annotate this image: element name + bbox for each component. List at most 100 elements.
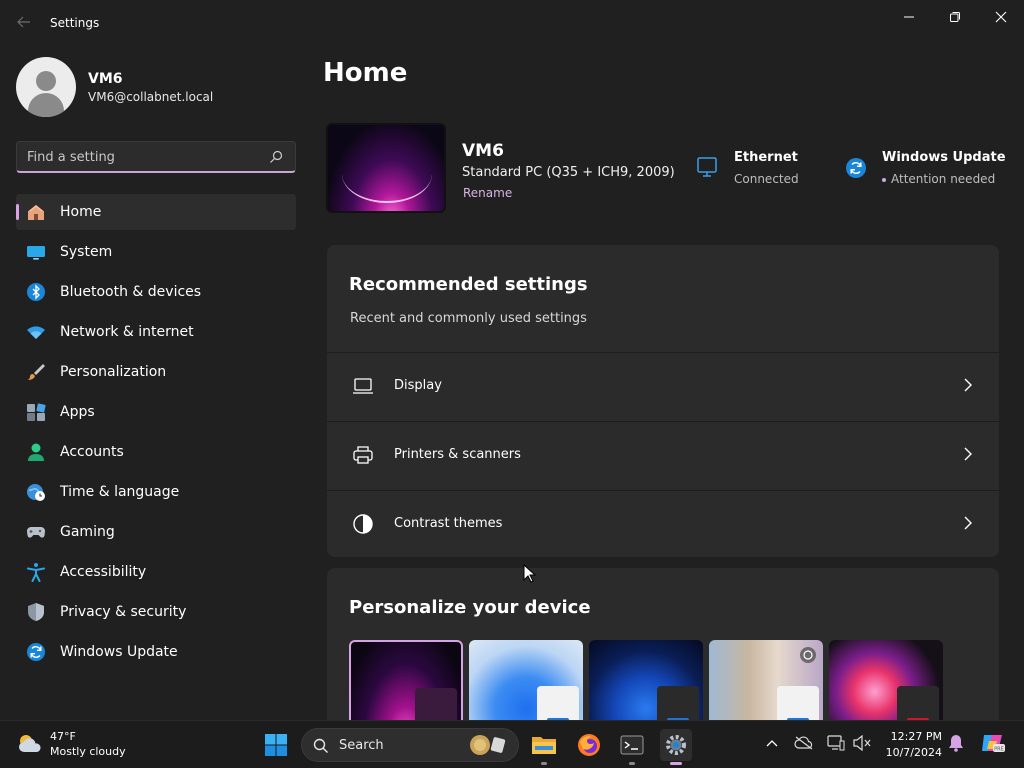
sidebar-item-bluetooth[interactable]: Bluetooth & devices bbox=[16, 274, 296, 310]
search-input[interactable] bbox=[27, 148, 257, 166]
gear-icon bbox=[666, 735, 686, 755]
camera-icon bbox=[800, 647, 816, 663]
theme-thumbnail[interactable] bbox=[469, 640, 583, 726]
recommended-item-contrast[interactable]: Contrast themes bbox=[327, 490, 999, 556]
theme-thumbnail[interactable] bbox=[709, 640, 823, 726]
firefox-button[interactable] bbox=[573, 729, 605, 761]
recommended-item-label: Display bbox=[394, 378, 442, 393]
chevron-right-icon bbox=[964, 447, 972, 461]
personalize-title: Personalize your device bbox=[349, 597, 591, 618]
recommended-subtitle: Recent and commonly used settings bbox=[350, 311, 587, 326]
sidebar-item-label: Windows Update bbox=[60, 644, 178, 660]
restore-icon bbox=[950, 12, 960, 22]
sidebar-item-time-language[interactable]: Time & language bbox=[16, 474, 296, 510]
taskbar-search[interactable]: Search bbox=[301, 728, 519, 762]
minimize-icon bbox=[904, 16, 914, 18]
onedrive-tray[interactable] bbox=[794, 733, 814, 753]
chevron-right-icon bbox=[964, 378, 972, 392]
theme-thumbnail[interactable] bbox=[829, 640, 943, 726]
page-title: Home bbox=[323, 58, 408, 88]
network-icon bbox=[827, 735, 845, 751]
sidebar-item-label: Privacy & security bbox=[60, 604, 187, 620]
mouse-cursor-icon bbox=[523, 564, 537, 583]
close-icon bbox=[995, 11, 1007, 23]
sidebar-item-accessibility[interactable]: Accessibility bbox=[16, 554, 296, 590]
windows-update-title[interactable]: Windows Update bbox=[882, 150, 1006, 165]
sidebar-item-apps[interactable]: Apps bbox=[16, 394, 296, 430]
sidebar-item-label: Accounts bbox=[60, 444, 124, 460]
sidebar-item-label: Accessibility bbox=[60, 564, 147, 580]
settings-app-button[interactable] bbox=[660, 729, 692, 765]
minimize-button[interactable] bbox=[886, 4, 932, 30]
brush-icon bbox=[26, 362, 46, 382]
volume-muted-icon bbox=[853, 735, 871, 751]
sidebar-item-label: Time & language bbox=[60, 484, 180, 500]
sidebar-item-label: Network & internet bbox=[60, 324, 194, 340]
sidebar-item-home[interactable]: Home bbox=[16, 194, 296, 230]
terminal-icon bbox=[620, 735, 644, 755]
bluetooth-icon bbox=[26, 282, 46, 302]
ethernet-status: Connected bbox=[734, 172, 799, 186]
weather-condition: Mostly cloudy bbox=[50, 745, 126, 758]
clock-date: 10/7/2024 bbox=[885, 746, 942, 759]
sidebar-item-privacy[interactable]: Privacy & security bbox=[16, 594, 296, 630]
globe-clock-icon bbox=[26, 482, 46, 502]
accessibility-icon bbox=[26, 562, 46, 582]
taskbar: 47°F Mostly cloudy Search 12:27 PM 10/7/… bbox=[0, 720, 1024, 768]
file-explorer-button[interactable] bbox=[528, 729, 560, 765]
recommended-item-printers[interactable]: Printers & scanners bbox=[327, 421, 999, 487]
firefox-icon bbox=[578, 734, 600, 756]
sidebar-item-label: System bbox=[60, 244, 113, 260]
windows-update-status: Attention needed bbox=[882, 172, 995, 186]
network-tray[interactable] bbox=[826, 733, 846, 753]
sidebar-item-label: Personalization bbox=[60, 364, 167, 380]
taskbar-clock[interactable]: 12:27 PM 10/7/2024 bbox=[880, 729, 942, 761]
sidebar-nav: Home System Bluetooth & devices Network … bbox=[16, 194, 296, 674]
ethernet-title[interactable]: Ethernet bbox=[734, 150, 798, 165]
terminal-button[interactable] bbox=[616, 729, 648, 765]
sidebar-item-personalization[interactable]: Personalization bbox=[16, 354, 296, 390]
maximize-button[interactable] bbox=[932, 4, 978, 30]
windows-start-icon[interactable] bbox=[264, 733, 288, 757]
copilot-button[interactable]: PRE bbox=[980, 731, 1006, 755]
contrast-icon bbox=[352, 513, 374, 535]
theme-thumbnail[interactable] bbox=[589, 640, 703, 726]
accounts-icon bbox=[26, 442, 46, 462]
taskbar-search-label: Search bbox=[339, 738, 384, 753]
printer-icon bbox=[352, 444, 374, 466]
theme-thumbnails bbox=[349, 640, 949, 726]
sidebar-item-system[interactable]: System bbox=[16, 234, 296, 270]
weather-temp: 47°F bbox=[50, 730, 76, 743]
sidebar-item-label: Bluetooth & devices bbox=[60, 284, 202, 300]
find-setting-box[interactable] bbox=[16, 141, 296, 173]
windows-update-icon bbox=[846, 158, 866, 178]
weather-widget[interactable]: 47°F Mostly cloudy bbox=[16, 729, 126, 759]
rename-link[interactable]: Rename bbox=[463, 186, 512, 200]
user-profile[interactable]: VM6 VM6@collabnet.local bbox=[16, 57, 213, 117]
search-icon[interactable] bbox=[269, 150, 283, 164]
folder-icon bbox=[532, 737, 556, 754]
sidebar-item-gaming[interactable]: Gaming bbox=[16, 514, 296, 550]
arrow-left-icon bbox=[17, 16, 30, 28]
back-button[interactable] bbox=[10, 12, 38, 36]
sidebar-item-label: Apps bbox=[60, 404, 95, 420]
update-icon bbox=[26, 642, 46, 662]
sidebar-item-network[interactable]: Network & internet bbox=[16, 314, 296, 350]
avatar bbox=[16, 57, 76, 117]
theme-thumbnail[interactable] bbox=[349, 640, 463, 726]
app-title: Settings bbox=[50, 16, 100, 30]
close-button[interactable] bbox=[978, 4, 1024, 30]
sidebar-item-label: Gaming bbox=[60, 524, 115, 540]
show-hidden-icons-button[interactable] bbox=[762, 733, 782, 753]
search-icon bbox=[313, 738, 328, 753]
recommended-item-label: Contrast themes bbox=[394, 516, 503, 531]
sidebar-item-windows-update[interactable]: Windows Update bbox=[16, 634, 296, 670]
recommended-title: Recommended settings bbox=[349, 274, 588, 295]
recommended-item-label: Printers & scanners bbox=[394, 447, 521, 462]
copilot-icon: PRE bbox=[982, 735, 1005, 753]
sidebar-item-accounts[interactable]: Accounts bbox=[16, 434, 296, 470]
recommended-item-display[interactable]: Display bbox=[327, 352, 999, 418]
volume-tray[interactable] bbox=[852, 733, 872, 753]
notifications-button[interactable] bbox=[946, 733, 966, 753]
chevron-right-icon bbox=[964, 516, 972, 530]
